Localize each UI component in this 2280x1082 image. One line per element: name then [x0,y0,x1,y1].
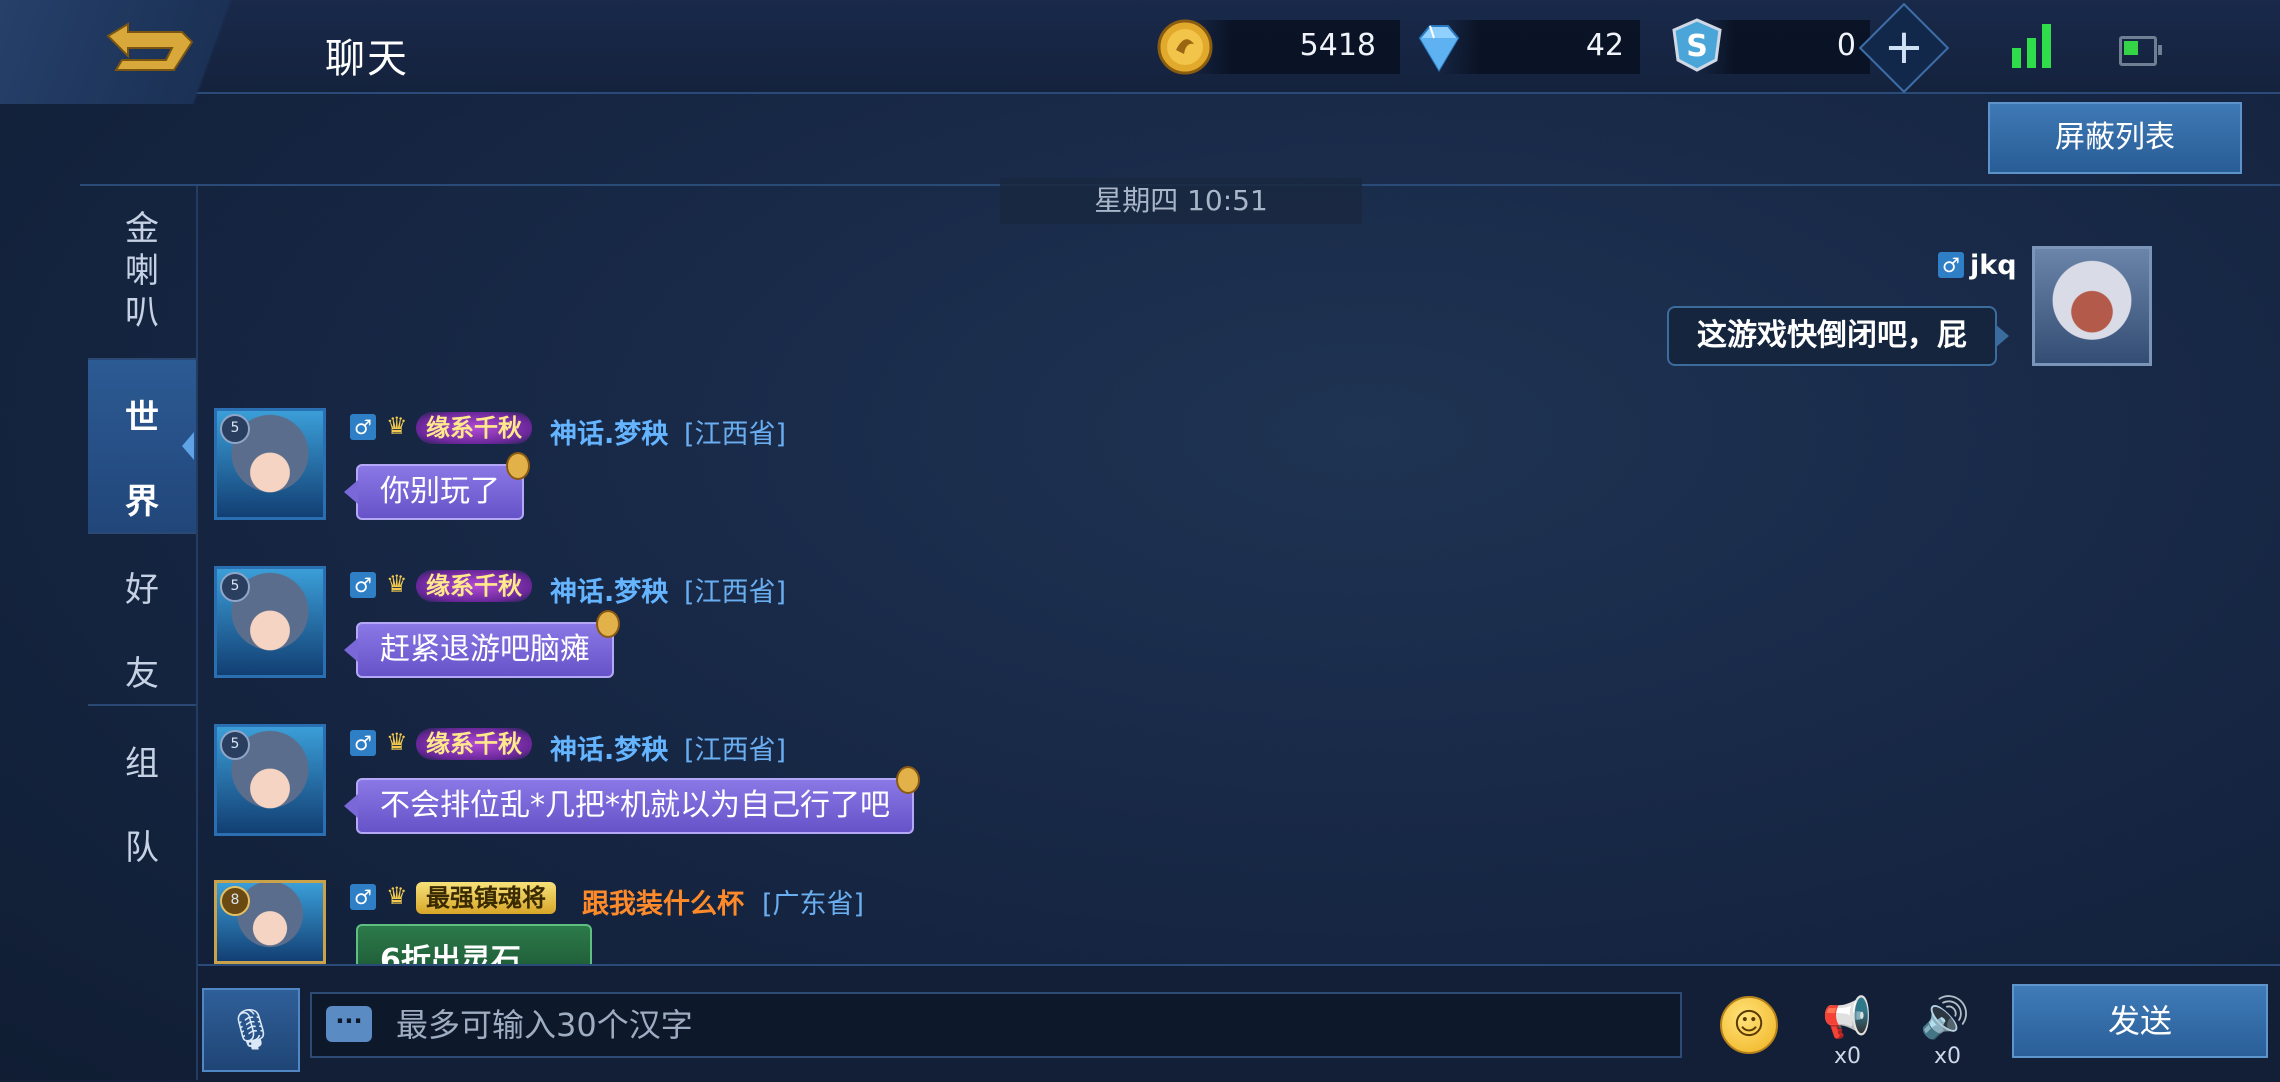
level-badge: 5 [220,730,250,760]
tab-label-char: 金 [125,209,159,249]
level-badge: 8 [220,886,250,916]
back-arrow-icon [106,22,194,71]
tab-speaker[interactable]: 金 喇 叭 [88,208,196,334]
male-icon: ♂ [350,572,376,598]
self-avatar[interactable] [2032,246,2152,366]
send-button[interactable]: 发送 [2012,984,2268,1058]
emoji-button[interactable]: ☺ [1720,996,1778,1054]
crown-icon: ♛ [386,882,408,910]
coupon-icon: S [1668,16,1726,74]
tab-friends[interactable]: 好 友 [88,548,196,716]
message-text: 你别玩了 [380,474,500,509]
coupon-value: 0 [1836,28,1856,63]
tab-divider [88,704,196,706]
title-badge: 缘系千秋 [416,570,532,602]
gold-value: 5418 [1299,28,1376,63]
user-region: [江西省] [684,419,787,450]
user-avatar[interactable]: 5 [214,408,326,520]
gourd-icon [596,610,620,638]
plus-icon: + [1883,19,1925,75]
tab-rail-divider [196,186,198,1080]
small-horn-count: x0 [1934,1044,1962,1069]
gold-coin-icon [1156,18,1214,76]
user-avatar[interactable]: 8 [214,880,326,964]
level-badge: 5 [220,414,250,444]
username[interactable]: 神话.梦秧 [550,412,668,451]
level-badge: 5 [220,572,250,602]
message-header: ♂ ♛ 缘系千秋 神话.梦秧 [江西省] [350,412,950,450]
self-username[interactable]: jkq [1970,250,2017,281]
diamond-value: 42 [1585,28,1624,63]
crown-icon: ♛ [386,412,408,440]
user-region: [广东省] [762,889,865,920]
chat-bubble-icon: ··· [326,1006,372,1042]
message-bubble: 你别玩了 [344,452,530,520]
voice-input-button[interactable]: 🎙 [202,988,300,1072]
male-icon: ♂ [350,884,376,910]
user-avatar[interactable]: 5 [214,724,326,836]
username[interactable]: 神话.梦秧 [550,570,668,609]
title-badge: 缘系千秋 [416,728,532,760]
message-header: ♂ ♛ 最强镇魂将 跟我装什么杯 [广东省] [350,882,950,920]
page-title: 聊天 [325,36,409,82]
tab-team[interactable]: 组 队 [88,722,196,890]
small-horn-button[interactable]: 🔊 [1918,990,1972,1046]
title-badge: 缘系千秋 [416,412,532,444]
user-region: [江西省] [684,735,787,766]
self-message-bubble: 这游戏快倒闭吧，屁 [1667,306,2009,366]
message-bubble: 不会排位乱*几把*机就以为自己行了吧 [344,766,920,834]
tab-label-char: 世 [125,398,159,438]
tab-label-char: 好 [125,570,159,610]
chat-timestamp: 星期四 10:51 [1000,178,1362,224]
user-avatar[interactable]: 5 [214,566,326,678]
tab-divider [88,532,196,534]
diamond-icon [1410,18,1468,76]
username[interactable]: 神话.梦秧 [550,728,668,767]
tab-label-char: 队 [125,828,159,868]
tab-world[interactable]: 世 界 [88,376,196,544]
message-text: 不会排位乱*几把*机就以为自己行了吧 [380,788,890,823]
battery-icon [2119,36,2162,66]
message-bubble: 赶紧退游吧脑瘫 [344,610,620,678]
user-region: [江西省] [684,577,787,608]
message-header: ♂ ♛ 缘系千秋 神话.梦秧 [江西省] [350,728,950,766]
username[interactable]: 跟我装什么杯 [582,882,744,921]
male-icon: ♂ [350,730,376,756]
title-badge: 最强镇魂将 [416,882,556,914]
tab-label-char: 喇 [125,251,159,291]
gourd-icon [896,766,920,794]
male-icon: ♂ [1938,252,1964,278]
message-text: 这游戏快倒闭吧，屁 [1697,318,1967,353]
crown-icon: ♛ [386,570,408,598]
message-text: 赶紧退游吧脑瘫 [380,632,590,667]
message-header: ♂ ♛ 缘系千秋 神话.梦秧 [江西省] [350,570,950,608]
svg-text:S: S [1686,29,1708,64]
big-horn-button[interactable]: 📢 [1820,990,1874,1046]
male-icon: ♂ [350,414,376,440]
gourd-icon [506,452,530,480]
tab-label-char: 组 [125,744,159,784]
message-input[interactable]: 最多可输入30个汉字 [310,992,1682,1058]
microphone-icon: 🎙 [225,1007,277,1053]
block-list-button[interactable]: 屏蔽列表 [1988,102,2242,174]
tab-label-char: 叭 [125,293,159,333]
crown-icon: ♛ [386,728,408,756]
big-horn-count: x0 [1834,1044,1862,1069]
